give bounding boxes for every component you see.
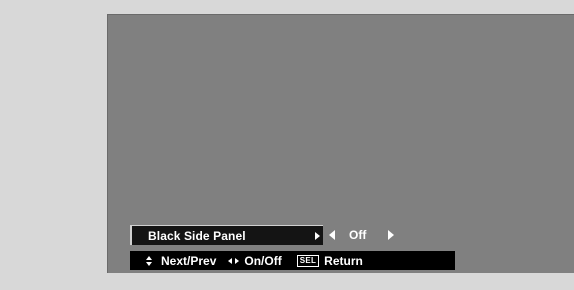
setting-value: Off — [349, 228, 367, 242]
help-on-off: On/Off — [244, 253, 282, 268]
osd-menu-row[interactable]: Black Side Panel Off — [130, 225, 395, 245]
left-right-arrows-icon — [228, 257, 240, 264]
help-return: Return — [324, 253, 363, 268]
right-arrow-icon[interactable] — [388, 230, 395, 240]
sel-key-icon: SEL — [296, 254, 320, 267]
menu-item-black-side-panel[interactable]: Black Side Panel — [130, 225, 323, 245]
up-down-arrows-icon — [146, 255, 152, 266]
bottom-strip — [107, 273, 574, 290]
left-arrow-icon[interactable] — [329, 230, 335, 240]
submenu-arrow-icon — [315, 232, 320, 240]
help-bar: Next/Prev On/Off SEL Return — [130, 251, 455, 270]
value-selector[interactable]: Off — [329, 225, 395, 245]
menu-item-label: Black Side Panel — [148, 228, 246, 243]
help-next-prev: Next/Prev — [161, 253, 217, 268]
